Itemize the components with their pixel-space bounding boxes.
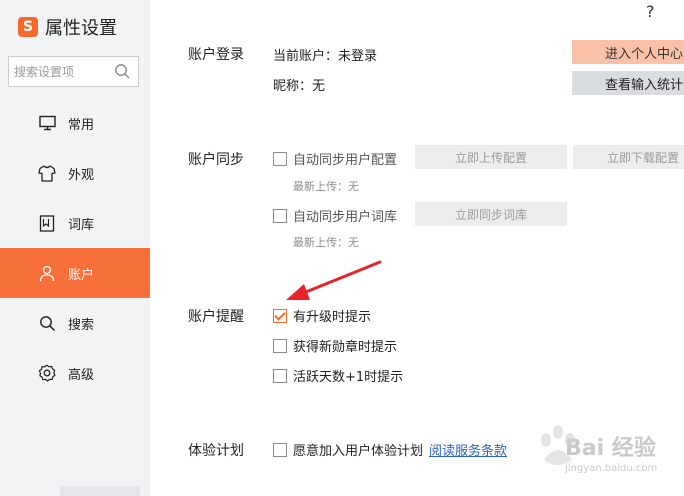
gear-icon (38, 364, 56, 382)
upload-config-button[interactable]: 立即上传配置 (415, 145, 567, 169)
active-days-reminder-label: 活跃天数+1时提示 (293, 370, 404, 385)
monitor-icon (38, 114, 56, 132)
search-icon[interactable] (114, 63, 131, 80)
upgrade-reminder-label: 有升级时提示 (293, 310, 372, 325)
sync-dict-button[interactable]: 立即同步词库 (415, 202, 567, 226)
app-title: 属性设置 (45, 18, 117, 39)
current-account-text: 当前账户：未登录 (273, 49, 378, 64)
sync-config-checkbox[interactable] (273, 151, 287, 166)
sync-dict-label: 自动同步用户词库 (293, 210, 398, 225)
sync-config-checkbox-row[interactable]: 自动同步用户配置 (273, 149, 397, 168)
active-days-reminder-checkbox[interactable] (273, 368, 287, 383)
sidebar-item-account[interactable]: 账户 (0, 248, 150, 298)
settings-search-input[interactable] (14, 64, 114, 79)
sync-dict-checkbox[interactable] (273, 208, 287, 223)
upgrade-reminder-checkbox[interactable] (273, 308, 287, 323)
active-days-reminder-row[interactable]: 活跃天数+1时提示 (273, 366, 403, 385)
experience-plan-label: 愿意加入用户体验计划 (293, 444, 424, 459)
nickname-text: 昵称：无 (273, 79, 326, 94)
sogou-logo-icon: S (18, 17, 38, 37)
sidebar-item-label: 账户 (68, 267, 95, 283)
sidebar-item-common[interactable]: 常用 (0, 98, 150, 148)
sync-dict-checkbox-row[interactable]: 自动同步用户词库 (273, 206, 397, 225)
watermark-url: jingyan.baidu.com (565, 463, 658, 474)
sidebar-item-label: 外观 (68, 167, 95, 183)
section-title-account-sync: 账户同步 (188, 152, 244, 168)
personal-center-button[interactable]: 进入个人中心 (572, 40, 684, 64)
sidebar-item-label: 搜索 (68, 317, 95, 333)
annotation-arrow-icon (286, 260, 382, 300)
sidebar-item-label: 词库 (68, 217, 95, 233)
user-icon (38, 264, 56, 282)
watermark-text: Bai 经验 (565, 436, 656, 461)
section-title-account-login: 账户登录 (188, 47, 244, 63)
last-upload-dict-text: 最新上传：无 (293, 236, 359, 249)
sidebar-item-advanced[interactable]: 高级 (0, 348, 150, 398)
sidebar-item-label: 高级 (68, 367, 95, 383)
upgrade-reminder-row[interactable]: 有升级时提示 (273, 306, 371, 325)
dictionary-icon (38, 214, 56, 232)
sidebar-item-dictionary[interactable]: 词库 (0, 198, 150, 248)
section-title-experience-plan: 体验计划 (188, 443, 244, 459)
experience-plan-checkbox[interactable] (273, 442, 287, 457)
medal-reminder-checkbox[interactable] (273, 338, 287, 353)
settings-search[interactable] (8, 56, 139, 87)
input-stats-button[interactable]: 查看输入统计 (572, 71, 684, 95)
last-upload-config-text: 最新上传：无 (293, 180, 359, 193)
search-icon (38, 314, 56, 332)
sidebar-item-label: 常用 (68, 117, 95, 133)
sidebar-item-appearance[interactable]: 外观 (0, 148, 150, 198)
app-header: S 属性设置 (18, 14, 117, 40)
sidebar-nav: 常用 外观 词库 账户 搜索 高级 (0, 98, 150, 398)
sidebar-footer (60, 486, 140, 496)
medal-reminder-row[interactable]: 获得新勋章时提示 (273, 336, 397, 355)
sidebar-item-search[interactable]: 搜索 (0, 298, 150, 348)
help-icon[interactable]: ? (646, 2, 655, 21)
download-config-button[interactable]: 立即下载配置 (573, 145, 684, 169)
sidebar: S 属性设置 常用 外观 词库 (0, 0, 150, 496)
terms-link[interactable]: 阅读服务条款 (429, 440, 507, 459)
medal-reminder-label: 获得新勋章时提示 (293, 340, 398, 355)
experience-plan-row[interactable]: 愿意加入用户体验计划 阅读服务条款 (273, 440, 507, 459)
sync-config-label: 自动同步用户配置 (293, 153, 398, 168)
shirt-icon (38, 164, 56, 182)
section-title-account-reminder: 账户提醒 (188, 309, 244, 325)
